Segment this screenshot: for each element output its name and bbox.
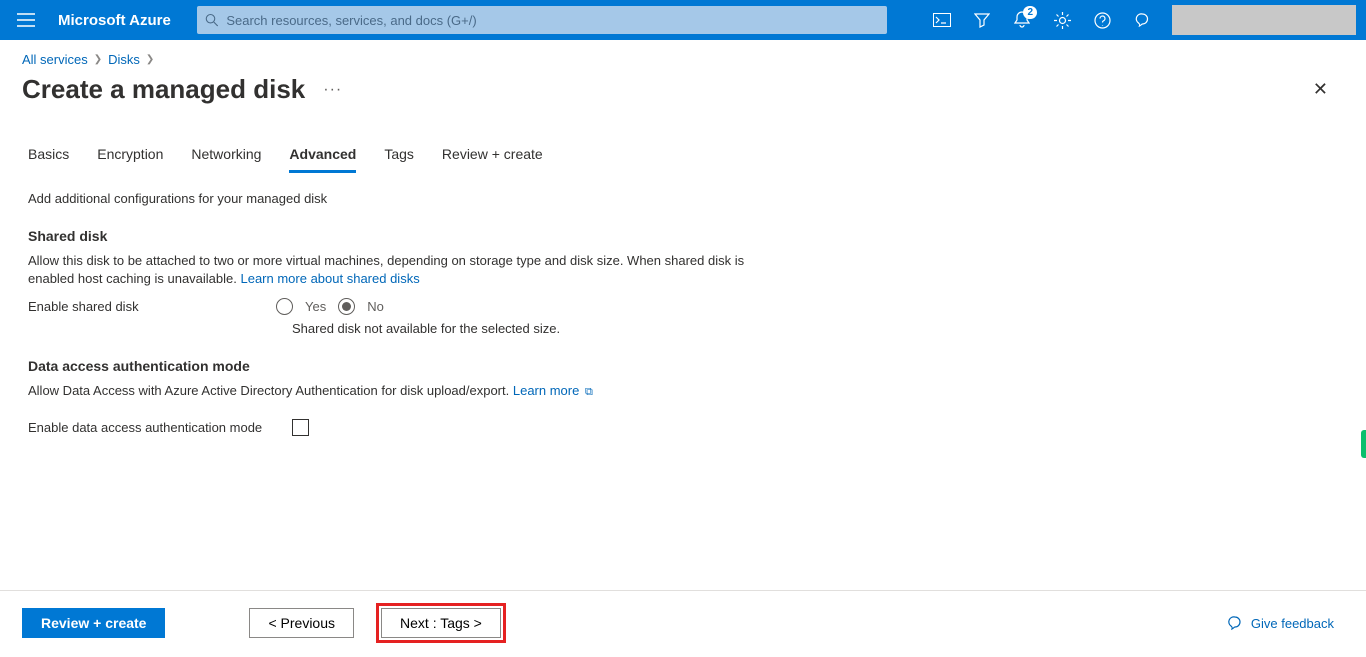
title-row: Create a managed disk ··· ✕	[0, 73, 1366, 106]
tab-bar: Basics Encryption Networking Advanced Ta…	[0, 106, 1366, 173]
radio-yes[interactable]	[276, 298, 293, 315]
enable-shared-disk-label: Enable shared disk	[28, 299, 266, 314]
shared-disk-radio-group: Yes No	[276, 298, 384, 315]
more-actions-icon[interactable]: ···	[319, 81, 346, 99]
tab-tags[interactable]: Tags	[384, 146, 414, 173]
top-bar: Microsoft Azure 2	[0, 0, 1366, 40]
radio-no[interactable]	[338, 298, 355, 315]
chevron-right-icon: ❯	[146, 54, 154, 65]
breadcrumb-disks[interactable]: Disks	[108, 52, 140, 67]
shared-disk-text: Allow this disk to be attached to two or…	[28, 252, 752, 288]
feedback-icon[interactable]	[1124, 2, 1160, 38]
shared-disk-heading: Shared disk	[28, 228, 752, 244]
breadcrumb: All services ❯ Disks ❯	[0, 40, 1366, 73]
enable-data-access-label: Enable data access authentication mode	[28, 420, 282, 435]
data-access-checkbox[interactable]	[292, 419, 309, 436]
account-block[interactable]	[1172, 5, 1356, 35]
tab-content: Add additional configurations for your m…	[0, 173, 780, 450]
enable-shared-disk-row: Enable shared disk Yes No	[28, 298, 752, 315]
tab-basics[interactable]: Basics	[28, 146, 69, 173]
give-feedback-link[interactable]: Give feedback	[1227, 615, 1334, 631]
radio-yes-label: Yes	[305, 299, 326, 314]
external-link-icon: ⧉	[585, 386, 593, 398]
intro-text: Add additional configurations for your m…	[28, 191, 752, 206]
data-access-heading: Data access authentication mode	[28, 358, 752, 374]
close-icon[interactable]: ✕	[1307, 73, 1334, 106]
topbar-icons: 2	[924, 2, 1356, 38]
shared-disk-learn-more-link[interactable]: Learn more about shared disks	[240, 271, 419, 286]
cloud-shell-icon[interactable]	[924, 2, 960, 38]
settings-gear-icon[interactable]	[1044, 2, 1080, 38]
tab-networking[interactable]: Networking	[191, 146, 261, 173]
wizard-footer: Review + create < Previous Next : Tags >…	[0, 590, 1366, 657]
page-title: Create a managed disk	[22, 74, 305, 105]
feedback-icon	[1227, 615, 1243, 631]
tab-advanced[interactable]: Advanced	[289, 146, 356, 173]
global-search[interactable]	[197, 6, 887, 34]
enable-data-access-row: Enable data access authentication mode	[28, 419, 752, 436]
highlight-box: Next : Tags >	[376, 603, 506, 643]
breadcrumb-all-services[interactable]: All services	[22, 52, 88, 67]
tab-review-create[interactable]: Review + create	[442, 146, 543, 173]
give-feedback-label: Give feedback	[1251, 616, 1334, 631]
next-button[interactable]: Next : Tags >	[381, 608, 501, 638]
previous-button[interactable]: < Previous	[249, 608, 354, 638]
data-access-text: Allow Data Access with Azure Active Dire…	[28, 382, 752, 400]
chevron-right-icon: ❯	[94, 54, 102, 65]
data-access-learn-more-link[interactable]: Learn more ⧉	[513, 383, 593, 398]
search-input[interactable]	[226, 13, 878, 28]
radio-no-label: No	[367, 299, 384, 314]
review-create-button[interactable]: Review + create	[22, 608, 165, 638]
shared-disk-warning: Shared disk not available for the select…	[266, 321, 752, 336]
notifications-icon[interactable]: 2	[1004, 2, 1040, 38]
brand-label[interactable]: Microsoft Azure	[58, 12, 171, 29]
help-icon[interactable]	[1084, 2, 1120, 38]
search-icon	[205, 13, 219, 27]
side-tab-indicator[interactable]	[1361, 430, 1366, 458]
notification-badge: 2	[1023, 6, 1037, 19]
tab-encryption[interactable]: Encryption	[97, 146, 163, 173]
hamburger-menu-icon[interactable]	[10, 4, 42, 36]
directory-filter-icon[interactable]	[964, 2, 1000, 38]
